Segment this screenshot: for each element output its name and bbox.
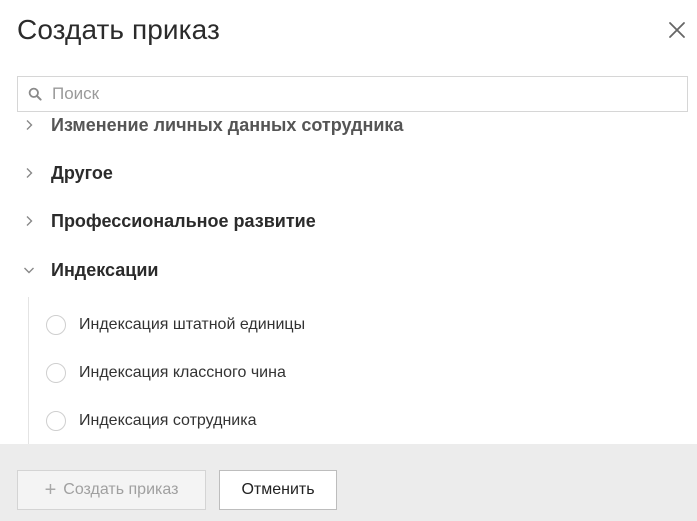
chevron-right-icon — [22, 214, 36, 228]
option-label: Индексация сотрудника — [79, 412, 257, 429]
close-icon[interactable] — [667, 20, 687, 40]
tree-group-professional-development[interactable]: Профессиональное развитие — [0, 206, 680, 236]
plus-icon: + — [44, 479, 57, 501]
tree-group-other[interactable]: Другое — [0, 158, 680, 188]
search-input[interactable] — [17, 76, 688, 112]
option-index-staff-unit[interactable]: Индексация штатной единицы — [46, 311, 646, 339]
tree-guide-line — [28, 297, 29, 444]
dialog-title: Создать приказ — [17, 14, 220, 45]
radio-button[interactable] — [46, 315, 66, 335]
chevron-down-icon — [22, 263, 36, 277]
option-label: Индексация классного чина — [79, 364, 286, 381]
create-order-label: Создать приказ — [63, 481, 179, 498]
chevron-right-icon — [22, 118, 36, 132]
tree-group-label: Профессиональное развитие — [51, 211, 316, 231]
tree-group-indexations[interactable]: Индексации — [0, 255, 680, 285]
dialog-header: Создать приказ — [0, 0, 697, 64]
tree-group-label: Изменение личных данных сотрудника — [51, 115, 404, 135]
tree-group-label: Другое — [51, 163, 113, 183]
radio-button[interactable] — [46, 363, 66, 383]
option-label: Индексация штатной единицы — [79, 316, 306, 333]
dialog-footer: + Создать приказ Отменить — [0, 444, 697, 521]
create-order-dialog: Создать приказ Изменение личных данных с… — [0, 0, 697, 521]
radio-button[interactable] — [46, 411, 66, 431]
tree-group-personal-data[interactable]: Изменение личных данных сотрудника — [0, 112, 680, 140]
search-icon — [28, 87, 42, 101]
search-box — [17, 76, 688, 112]
chevron-right-icon — [22, 166, 36, 180]
option-index-employee[interactable]: Индексация сотрудника — [46, 407, 646, 435]
create-order-button[interactable]: + Создать приказ — [17, 470, 206, 510]
order-type-tree: Изменение личных данных сотрудника Друго… — [0, 112, 697, 444]
option-index-class-rank[interactable]: Индексация классного чина — [46, 359, 646, 387]
cancel-button[interactable]: Отменить — [219, 470, 337, 510]
tree-group-label: Индексации — [51, 260, 159, 280]
